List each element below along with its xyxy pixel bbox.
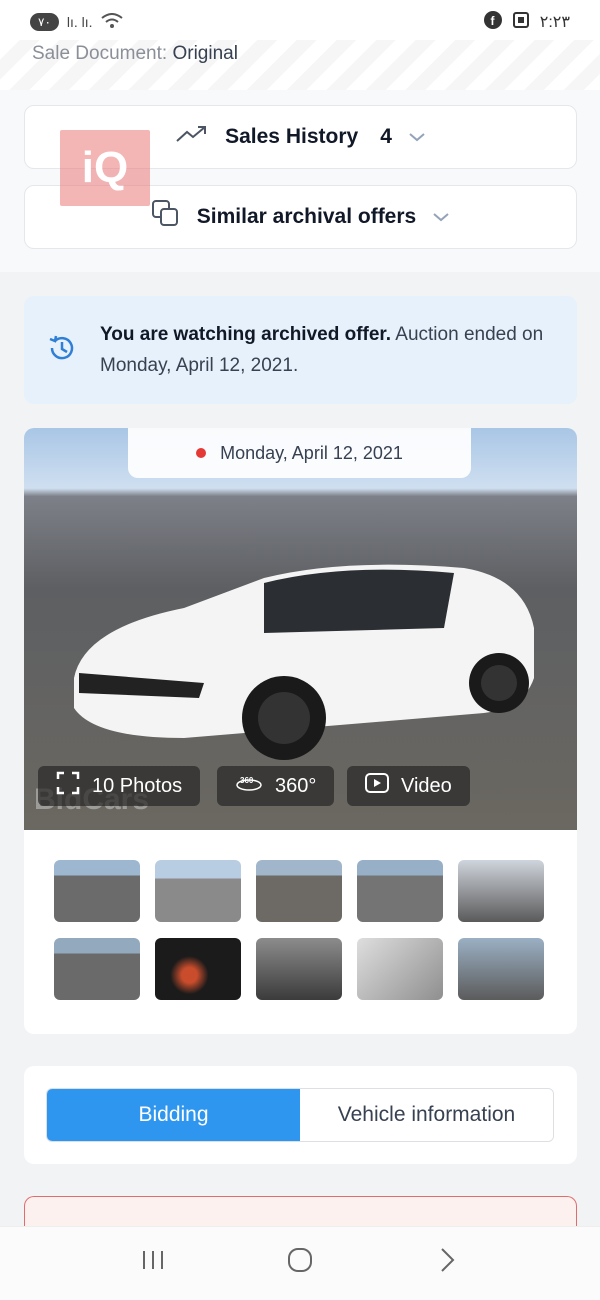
auction-date: Monday, April 12, 2021: [220, 442, 403, 463]
tabs-card: Bidding Vehicle information: [24, 1066, 577, 1164]
thumbnail[interactable]: [256, 860, 342, 922]
main-car-photo[interactable]: Monday, April 12, 2021 BidCars 10 Photos…: [24, 428, 577, 830]
thumbnail-grid: [54, 860, 547, 1000]
status-bar: ٧٠ lı. lı. f ٢:٢٣: [0, 0, 600, 44]
clock-time: ٢:٢٣: [539, 14, 570, 31]
screenshot-icon: [512, 11, 530, 34]
facebook-icon: f: [483, 10, 502, 34]
video-label: Video: [401, 774, 452, 797]
thumbnail[interactable]: [54, 860, 140, 922]
iq-logo: iQ: [60, 130, 150, 206]
status-left: ٧٠ lı. lı.: [30, 12, 123, 32]
copy-icon: [151, 199, 181, 235]
notice-text: You are watching archived offer. Auction…: [100, 319, 555, 381]
car-image: [74, 564, 534, 760]
notice-bold: You are watching archived offer.: [100, 324, 392, 345]
back-icon[interactable]: [417, 1246, 477, 1281]
sales-history-count: 4: [380, 125, 392, 148]
thumbnail[interactable]: [458, 938, 544, 1000]
similar-offers-label: Similar archival offers: [196, 205, 417, 228]
status-right: f ٢:٢٣: [483, 10, 570, 34]
thumbnail[interactable]: [256, 938, 342, 1000]
wifi-icon: [100, 12, 123, 32]
signal-icon: lı. lı.: [66, 14, 93, 30]
thumbnail[interactable]: [458, 860, 544, 922]
status-dot-icon: [196, 448, 207, 458]
photo-panel: Monday, April 12, 2021 BidCars 10 Photos…: [24, 428, 577, 1034]
notification-badge: ٧٠: [30, 13, 59, 31]
tab-vehicle-information[interactable]: Vehicle information: [300, 1089, 553, 1141]
sale-document-label: Sale Document:: [32, 43, 168, 64]
recent-apps-icon[interactable]: [123, 1248, 183, 1279]
thumbnail[interactable]: [54, 938, 140, 1000]
home-icon[interactable]: [270, 1246, 330, 1281]
fullscreen-icon: [56, 771, 80, 801]
history-icon: [46, 332, 78, 369]
trending-up-icon: [175, 124, 209, 150]
view-360-button[interactable]: 360 360°: [217, 766, 335, 806]
system-nav-bar: [0, 1226, 600, 1300]
sale-document-row: Sale Document: Original: [0, 40, 600, 90]
sales-history-label: Sales History: [225, 125, 359, 148]
chevron-down-icon: [432, 207, 450, 228]
svg-text:360: 360: [240, 776, 254, 785]
photos-label: 10 Photos: [92, 774, 183, 797]
label-360: 360°: [275, 774, 317, 797]
tab-bidding[interactable]: Bidding: [47, 1089, 300, 1141]
photos-button[interactable]: 10 Photos: [38, 766, 201, 806]
chevron-down-icon: [408, 127, 426, 148]
thumbnail[interactable]: [155, 860, 241, 922]
thumbnail[interactable]: [155, 938, 241, 1000]
video-button[interactable]: Video: [347, 766, 470, 806]
tab-bar: Bidding Vehicle information: [46, 1088, 554, 1142]
thumbnail[interactable]: [357, 938, 443, 1000]
thumbnail[interactable]: [357, 860, 443, 922]
archived-notice: You are watching archived offer. Auction…: [24, 296, 577, 404]
auction-date-chip: Monday, April 12, 2021: [128, 428, 471, 478]
rotate-360-icon: 360: [235, 774, 263, 798]
sale-document-value: Original: [172, 43, 238, 64]
play-icon: [365, 773, 389, 799]
